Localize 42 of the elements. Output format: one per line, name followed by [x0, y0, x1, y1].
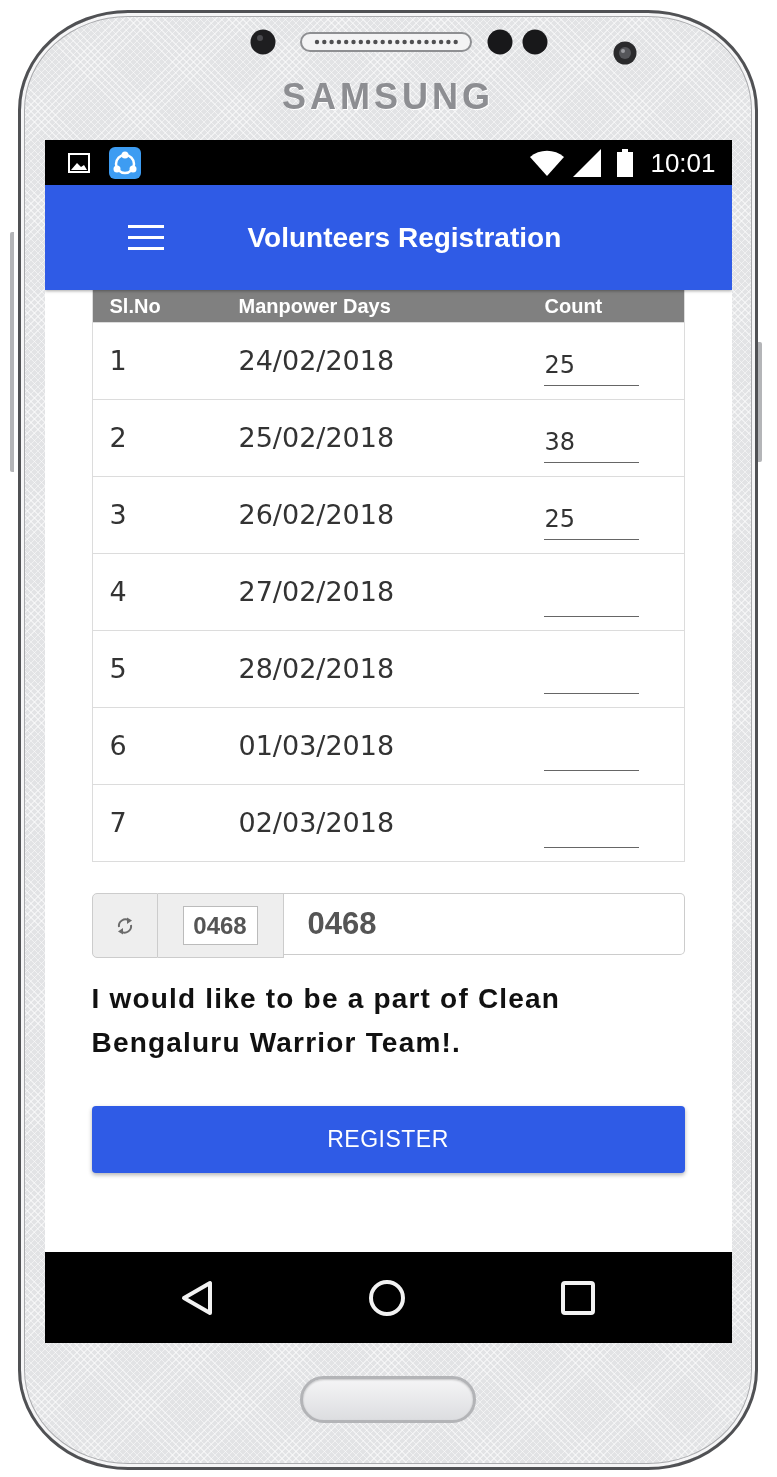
- menu-icon[interactable]: [127, 224, 164, 251]
- table-cell: 1: [109, 345, 127, 377]
- status-time: 10:01: [650, 147, 716, 178]
- front-camera-icon: [250, 29, 276, 55]
- captcha-code: 0468: [182, 906, 258, 945]
- back-icon[interactable]: [181, 1279, 213, 1316]
- speaker-grille-icon: [300, 32, 472, 52]
- table-cell: 6: [109, 730, 127, 762]
- refresh-icon[interactable]: [115, 915, 134, 936]
- table-cell: 3: [109, 499, 127, 531]
- brand-logo: SAMSUNG: [282, 77, 494, 117]
- image-icon: [67, 152, 90, 173]
- table-cell: 25/02/2018: [238, 422, 395, 454]
- count-field[interactable]: 25: [543, 344, 639, 386]
- consent-text: I would like to be a part of Clean Bengaluru Warrior Team!.: [91, 982, 562, 1060]
- sensor-icon: [522, 29, 548, 55]
- count-field[interactable]: 25: [543, 498, 639, 540]
- camera-lens-icon: [613, 41, 637, 65]
- column-header: Sl.No: [109, 294, 161, 318]
- table-cell: 24/02/2018: [238, 345, 395, 377]
- app-title: Volunteers Registration: [247, 220, 562, 255]
- nodes-ring-icon: [108, 146, 141, 179]
- table-cell: 26/02/2018: [238, 499, 395, 531]
- home-icon[interactable]: [369, 1279, 405, 1316]
- table-cell: 02/03/2018: [238, 807, 395, 839]
- battery-icon: [617, 148, 634, 177]
- table-cell: 4: [109, 576, 127, 608]
- table-cell: 01/03/2018: [238, 730, 395, 762]
- table-cell: 5: [109, 653, 127, 685]
- captcha-field[interactable]: 0468: [283, 893, 685, 955]
- column-header: Count: [544, 294, 603, 318]
- table-cell: 2: [109, 422, 127, 454]
- register-button[interactable]: REGISTER: [91, 1106, 685, 1173]
- count-field[interactable]: 38: [543, 421, 639, 463]
- recents-icon[interactable]: [561, 1280, 595, 1315]
- table-cell: 28/02/2018: [238, 653, 395, 685]
- signal-icon: [573, 148, 602, 177]
- table-cell: 27/02/2018: [238, 576, 395, 608]
- wifi-icon: [529, 148, 566, 177]
- table-cell: 7: [109, 807, 127, 839]
- sensor-icon: [487, 29, 513, 55]
- column-header: Manpower Days: [238, 294, 391, 318]
